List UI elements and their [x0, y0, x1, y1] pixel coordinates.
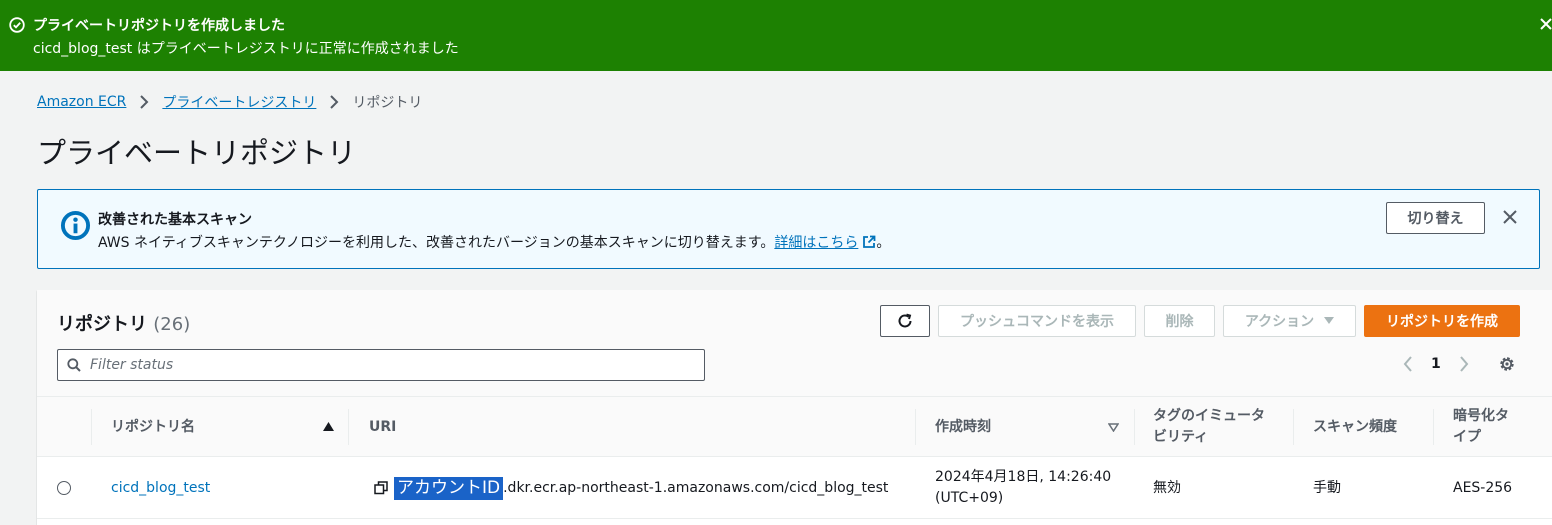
- uri-text: .dkr.ecr.ap-northeast-1.amazonaws.com/ci…: [503, 479, 889, 496]
- created-at-date: 2024年4月18日, 14:26:40: [935, 469, 1112, 485]
- table-header-area: リポジトリ (26) プッシュコマンドを表示 削除 アクション リポジトリを作成: [37, 290, 1552, 397]
- breadcrumb-current: リポジトリ: [352, 95, 423, 111]
- sort-ascending-icon[interactable]: [323, 422, 334, 431]
- row-select-radio[interactable]: [57, 481, 71, 495]
- alert-title: 改善された基本スキャン: [98, 212, 252, 228]
- table-title-text: リポジトリ: [57, 314, 147, 335]
- column-header-uri[interactable]: URI: [369, 397, 396, 457]
- table-row: cicd_blog_test アカウントID .dkr.ecr.ap-north…: [37, 457, 1552, 519]
- created-at-tz: (UTC+09): [935, 490, 1004, 506]
- search-icon: [67, 358, 81, 372]
- learn-more-link[interactable]: 詳細はこちら: [774, 232, 858, 252]
- column-header-encryption-line1: 暗号化タ: [1453, 408, 1509, 424]
- scan-frequency-value: 手動: [1313, 479, 1341, 496]
- refresh-icon: [898, 313, 912, 328]
- filter-box: [57, 349, 705, 381]
- chevron-right-icon: [140, 95, 149, 109]
- column-divider: [348, 409, 349, 445]
- pagination: 1: [1403, 356, 1469, 372]
- column-divider: [1134, 409, 1135, 445]
- filter-input[interactable]: [90, 354, 690, 376]
- gear-icon[interactable]: [1498, 355, 1516, 373]
- check-circle-icon: [9, 17, 25, 33]
- caret-down-icon: [1324, 317, 1335, 324]
- alert-body: AWS ネイティブスキャンテクノロジーを利用した、改善されたバージョンの基本スキ…: [98, 232, 890, 252]
- column-divider: [1293, 409, 1294, 445]
- created-at: 2024年4月18日, 14:26:40 (UTC+09): [935, 457, 1111, 519]
- column-header-scan-frequency[interactable]: スキャン頻度: [1313, 397, 1397, 457]
- column-divider: [91, 409, 92, 445]
- view-push-commands-button[interactable]: プッシュコマンドを表示: [938, 305, 1136, 337]
- actions-dropdown[interactable]: アクション: [1223, 305, 1356, 337]
- flash-title: プライベートリポジトリを作成しました: [33, 18, 285, 34]
- external-link-icon[interactable]: [862, 235, 876, 249]
- success-flash: プライベートリポジトリを作成しました cicd_blog_test はプライベー…: [0, 0, 1552, 71]
- column-divider: [1433, 409, 1434, 445]
- column-header-tag-immutability-line1: タグのイミュータ: [1153, 408, 1265, 424]
- tag-immutability-value: 無効: [1153, 479, 1181, 496]
- repositories-table-container: リポジトリ (26) プッシュコマンドを表示 削除 アクション リポジトリを作成: [37, 290, 1552, 525]
- chevron-right-icon[interactable]: [1459, 356, 1469, 372]
- breadcrumb: Amazon ECR プライベートレジストリ リポジトリ: [37, 92, 422, 112]
- column-header-tag-immutability-line2: ビリティ: [1153, 429, 1209, 445]
- info-icon: [60, 210, 91, 241]
- delete-button[interactable]: 削除: [1144, 305, 1215, 337]
- repository-name-link[interactable]: cicd_blog_test: [111, 478, 210, 499]
- chevron-left-icon[interactable]: [1403, 356, 1413, 372]
- refresh-button[interactable]: [880, 305, 930, 337]
- flash-message: cicd_blog_test はプライベートレジストリに正常に作成されました: [33, 41, 459, 57]
- column-header-name[interactable]: リポジトリ名: [111, 397, 195, 457]
- column-header-encryption-line2: イプ: [1453, 429, 1481, 445]
- column-header-created[interactable]: 作成時刻: [935, 397, 991, 457]
- page-number[interactable]: 1: [1431, 356, 1441, 372]
- account-id-highlight: アカウントID: [394, 476, 504, 500]
- breadcrumb-link-registry[interactable]: プライベートレジストリ: [162, 92, 316, 112]
- page-title: プライベートリポジトリ: [37, 136, 357, 170]
- repository-count: (26): [153, 314, 191, 335]
- table-title: リポジトリ (26): [57, 310, 190, 336]
- alert-body-text: AWS ネイティブスキャンテクノロジーを利用した、改善されたバージョンの基本スキ…: [98, 235, 775, 251]
- column-header-encryption[interactable]: 暗号化タ イプ: [1453, 397, 1509, 457]
- create-repository-button[interactable]: リポジトリを作成: [1364, 305, 1520, 337]
- encryption-type-value: AES-256: [1453, 479, 1513, 496]
- copy-icon[interactable]: [374, 481, 388, 495]
- close-icon[interactable]: [1503, 210, 1517, 224]
- alert-body-end: 。: [876, 235, 891, 251]
- close-icon[interactable]: [1540, 18, 1552, 30]
- table-header-row: リポジトリ名 URI 作成時刻 タグのイミュータ ビリティ スキャン頻度 暗号化…: [37, 397, 1552, 457]
- info-alert: 改善された基本スキャン AWS ネイティブスキャンテクノロジーを利用した、改善さ…: [37, 189, 1540, 269]
- column-divider: [915, 409, 916, 445]
- sort-icon[interactable]: [1108, 423, 1119, 432]
- switch-button[interactable]: 切り替え: [1386, 202, 1485, 234]
- chevron-right-icon: [330, 95, 339, 109]
- repository-uri: アカウントID .dkr.ecr.ap-northeast-1.amazonaw…: [374, 457, 888, 519]
- actions-label: アクション: [1244, 314, 1315, 330]
- breadcrumb-link-ecr[interactable]: Amazon ECR: [37, 94, 126, 110]
- column-header-tag-immutability[interactable]: タグのイミュータ ビリティ: [1153, 397, 1265, 457]
